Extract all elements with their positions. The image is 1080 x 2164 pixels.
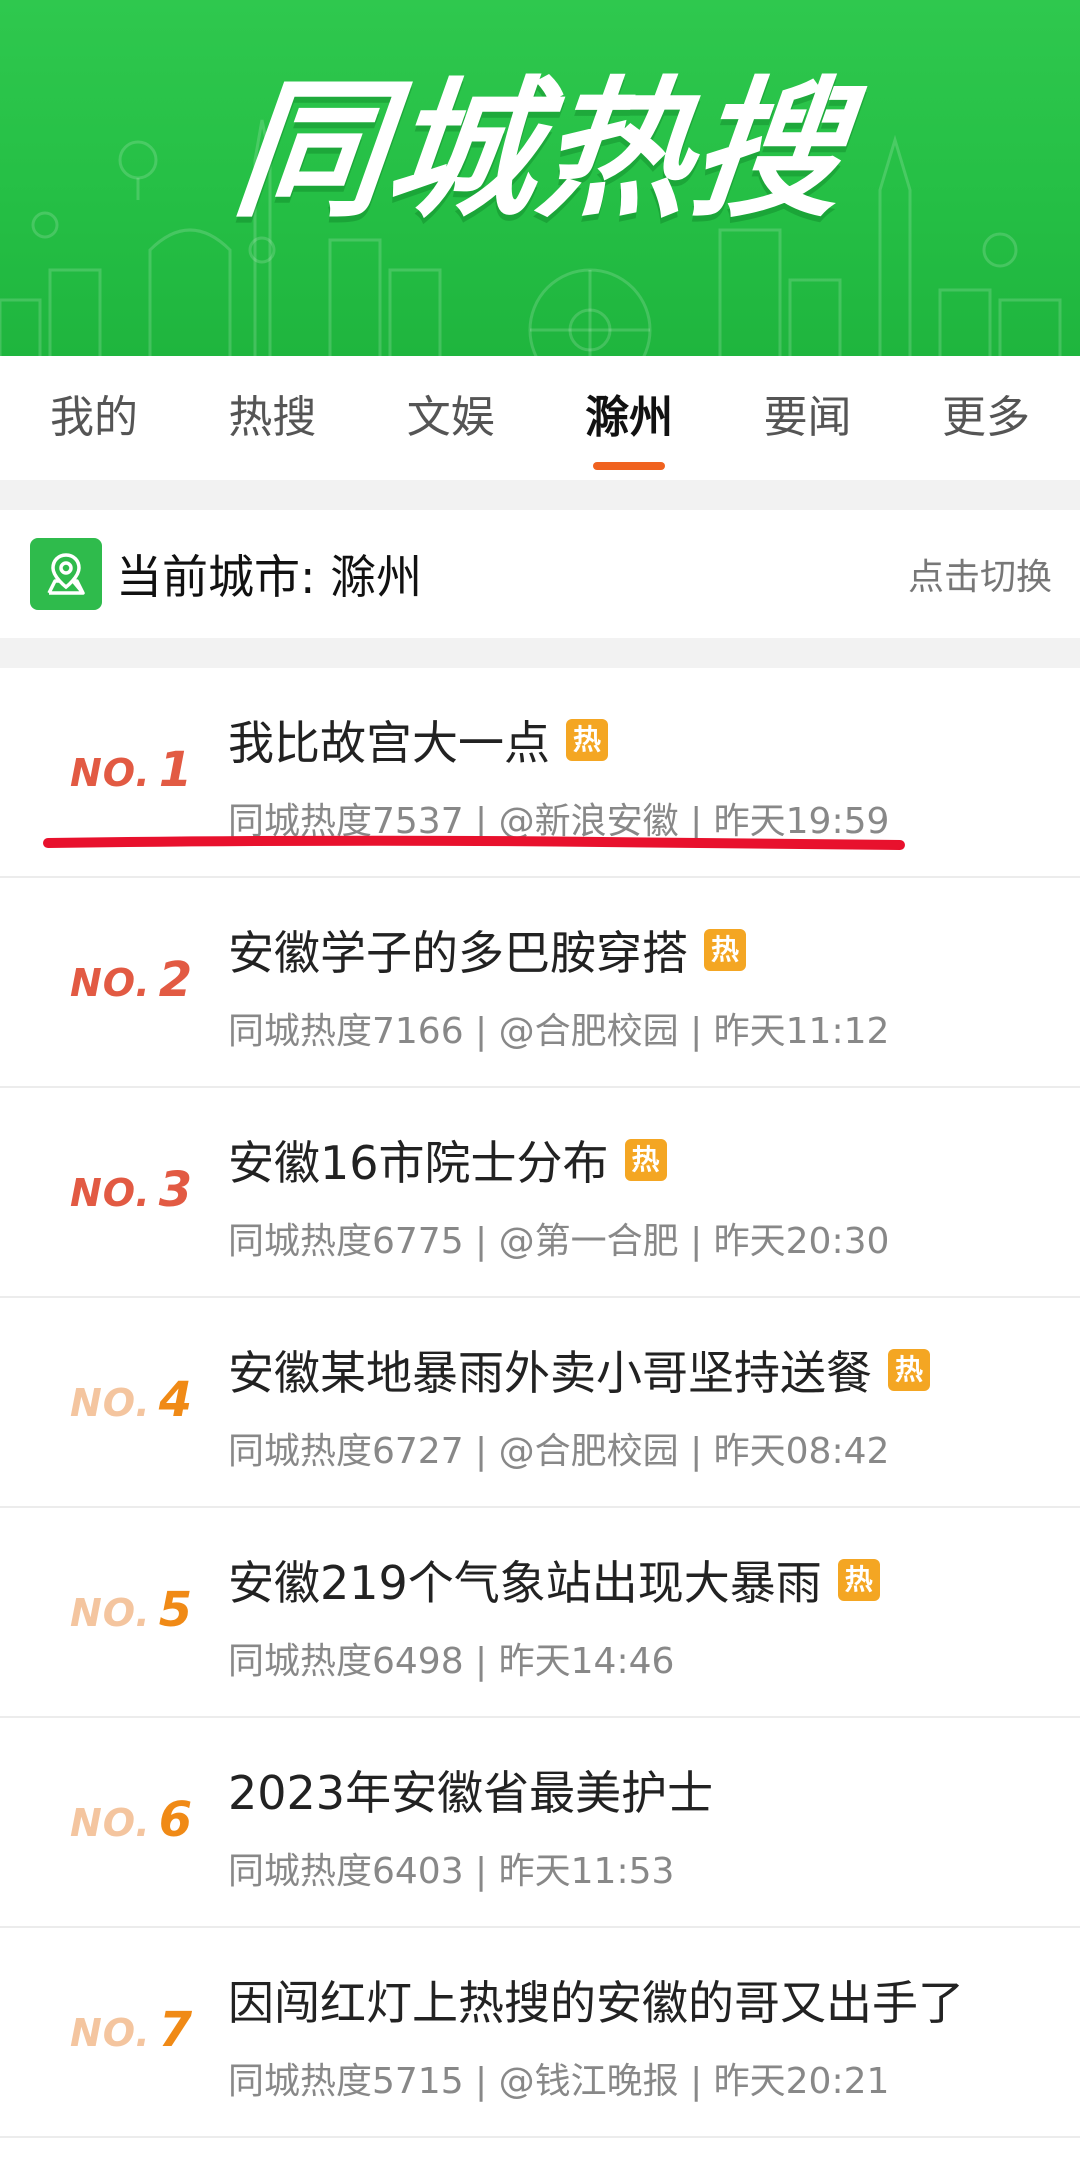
item-title-row: 安徽学子的多巴胺穿搭 热 xyxy=(228,912,746,988)
list-item[interactable]: NO. 3 安徽16市院士分布 热 同城热度6775 | @第一合肥 | 昨天20… xyxy=(0,1088,1080,1298)
list-item[interactable]: NO. 1 我比故宫大一点 热 同城热度7537 | @新浪安徽 | 昨天19:5… xyxy=(0,668,1080,878)
item-meta: 同城热度6498 | 昨天14:46 xyxy=(228,1641,675,1682)
rank-prefix: NO. xyxy=(70,1381,151,1425)
location-map-icon xyxy=(30,538,102,610)
section-divider xyxy=(0,638,1080,668)
item-meta: 同城热度5715 | @钱江晚报 | 昨天20:21 xyxy=(228,2061,890,2102)
tab-more[interactable]: 更多 xyxy=(910,356,1062,480)
item-title: 安徽219个气象站出现大暴雨 xyxy=(228,1556,822,1610)
rank-number: 3 xyxy=(158,1162,194,1218)
hot-badge: 热 xyxy=(704,929,746,971)
tab-news[interactable]: 要闻 xyxy=(732,356,884,480)
current-city-bar: 当前城市: 滁州 点击切换 xyxy=(0,510,1080,638)
item-title: 因闯红灯上热搜的安徽的哥又出手了 xyxy=(228,1976,964,2030)
list-item[interactable]: NO. 5 安徽219个气象站出现大暴雨 热 同城热度6498 | 昨天14:46 xyxy=(0,1508,1080,1718)
tab-label: 要闻 xyxy=(763,392,852,443)
tab-label: 我的 xyxy=(50,392,138,443)
active-tab-indicator xyxy=(593,462,666,470)
rank-badge: NO. 4 xyxy=(70,1372,193,1428)
current-city-label: 当前城市: 滁州 xyxy=(116,550,423,604)
banner-title: 同城热搜 xyxy=(226,64,854,238)
rank-badge: NO. 3 xyxy=(70,1162,193,1218)
rank-badge: NO. 7 xyxy=(70,2002,193,2058)
item-title-row: 我比故宫大一点 热 xyxy=(228,702,608,778)
list-item[interactable]: NO. 6 2023年安徽省最美护士 同城热度6403 | 昨天11:53 xyxy=(0,1718,1080,1928)
rank-prefix: NO. xyxy=(70,2011,151,2055)
rank-number: 6 xyxy=(158,1792,194,1848)
hot-badge: 热 xyxy=(888,1349,930,1391)
banner: 同城热搜 xyxy=(0,0,1080,356)
item-title: 安徽16市院士分布 xyxy=(228,1136,609,1190)
rank-number: 7 xyxy=(158,2002,194,2058)
rank-prefix: NO. xyxy=(70,1171,151,1215)
tab-chuzhou[interactable]: 滁州 xyxy=(553,356,705,480)
rank-badge: NO. 5 xyxy=(70,1582,193,1638)
list-item[interactable]: NO. 7 因闯红灯上热搜的安徽的哥又出手了 同城热度5715 | @钱江晚报 |… xyxy=(0,1928,1080,2138)
rank-number: 5 xyxy=(158,1582,194,1638)
rank-prefix: NO. xyxy=(70,961,151,1005)
rank-number: 2 xyxy=(158,952,194,1008)
item-title-row: 因闯红灯上热搜的安徽的哥又出手了 xyxy=(228,1962,964,2038)
hot-badge: 热 xyxy=(837,1559,880,1601)
tab-hot-search[interactable]: 热搜 xyxy=(196,356,348,480)
tab-label: 热搜 xyxy=(228,392,317,443)
rank-prefix: NO. xyxy=(70,751,151,795)
list-item[interactable]: NO. 4 安徽某地暴雨外卖小哥坚持送餐 热 同城热度6727 | @合肥校园 |… xyxy=(0,1298,1080,1508)
item-meta: 同城热度7537 | @新浪安徽 | 昨天19:59 xyxy=(228,801,890,842)
item-title-row: 安徽某地暴雨外卖小哥坚持送餐 热 xyxy=(228,1332,930,1408)
section-divider xyxy=(0,480,1080,510)
rank-badge: NO. 6 xyxy=(70,1792,193,1848)
tab-entertainment[interactable]: 文娱 xyxy=(375,356,527,480)
item-title-row: 安徽219个气象站出现大暴雨 热 xyxy=(228,1542,880,1618)
item-meta: 同城热度7166 | @合肥校园 | 昨天11:12 xyxy=(228,1011,890,1052)
item-meta: 同城热度6775 | @第一合肥 | 昨天20:30 xyxy=(228,1221,890,1262)
rank-prefix: NO. xyxy=(70,1801,151,1845)
item-title: 我比故宫大一点 xyxy=(228,716,550,770)
hot-badge: 热 xyxy=(566,719,608,761)
hot-search-list: NO. 1 我比故宫大一点 热 同城热度7537 | @新浪安徽 | 昨天19:5… xyxy=(0,668,1080,2138)
list-item[interactable]: NO. 2 安徽学子的多巴胺穿搭 热 同城热度7166 | @合肥校园 | 昨天1… xyxy=(0,878,1080,1088)
item-title-row: 安徽16市院士分布 热 xyxy=(228,1122,667,1198)
item-title: 安徽学子的多巴胺穿搭 xyxy=(228,926,688,980)
hot-badge: 热 xyxy=(624,1139,667,1181)
item-title: 2023年安徽省最美护士 xyxy=(228,1766,714,1820)
tab-mine[interactable]: 我的 xyxy=(18,356,170,480)
item-meta: 同城热度6403 | 昨天11:53 xyxy=(228,1851,675,1892)
rank-badge: NO. 1 xyxy=(70,742,193,798)
rank-number: 1 xyxy=(158,742,194,798)
rank-prefix: NO. xyxy=(70,1591,151,1635)
rank-number: 4 xyxy=(158,1372,194,1428)
item-title: 安徽某地暴雨外卖小哥坚持送餐 xyxy=(228,1346,872,1400)
category-tabs: 我的 热搜 文娱 滁州 要闻 更多 xyxy=(0,356,1080,480)
rank-badge: NO. 2 xyxy=(70,952,193,1008)
item-title-row: 2023年安徽省最美护士 xyxy=(228,1752,713,1828)
tab-label: 滁州 xyxy=(585,392,674,443)
switch-city-button[interactable]: 点击切换 xyxy=(908,548,1052,600)
tab-label: 更多 xyxy=(941,392,1030,443)
item-meta: 同城热度6727 | @合肥校园 | 昨天08:42 xyxy=(228,1431,890,1472)
tab-label: 文娱 xyxy=(406,392,495,443)
